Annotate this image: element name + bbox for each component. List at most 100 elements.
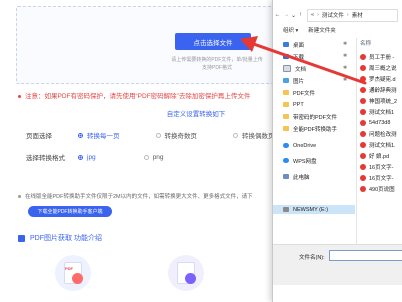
back-arrow-icon[interactable]: ← xyxy=(273,12,282,18)
bullet-icon xyxy=(18,195,21,199)
pdf-file-icon xyxy=(360,97,366,104)
file-item[interactable]: 周三概之说 xyxy=(360,63,397,72)
radio-icon xyxy=(155,132,161,138)
path-separator: › xyxy=(317,12,319,18)
pdf-file-icon xyxy=(360,130,366,137)
tree-item-desktop[interactable]: 桌面 xyxy=(283,40,304,49)
tree-item-this-pc[interactable]: 此电脑 xyxy=(283,172,310,181)
intro-heading: PDF图片获取 功能介绍 xyxy=(18,233,102,243)
pdf-file-icon xyxy=(360,163,366,170)
up-arrow-icon[interactable]: ↑ xyxy=(296,12,305,18)
file-open-dialog: ← → ⌄ ↑ « › 测试文件 › 素材 组织 ▾ 新建文件夹 桌面 ✱ 下载… xyxy=(272,0,402,302)
this-pc-icon xyxy=(283,174,289,179)
bullet-icon xyxy=(18,94,21,98)
filename-bar: 文件名(N): xyxy=(273,244,402,285)
file-item[interactable]: 好 娘.pd xyxy=(360,151,389,160)
file-item[interactable]: 测试文档1. xyxy=(360,140,396,149)
file-item[interactable]: 神国项统_2 xyxy=(360,96,397,105)
file-item[interactable]: 员工手册 - xyxy=(360,52,394,61)
pdf-file-icon xyxy=(360,185,366,192)
radio-even-pages[interactable]: 转换偶数页 xyxy=(233,130,275,140)
wps-cloud-icon xyxy=(283,158,289,163)
tree-item-pdf-assistant[interactable]: 全能PDF转换助手 xyxy=(283,124,337,133)
dialog-titlebar xyxy=(273,0,402,8)
size-limit-notice: 在线版全能PDF转换助手文件仅限于2M以内的文件，如需转换更大文件、更多格式文件… xyxy=(18,192,253,200)
forward-arrow-icon[interactable]: → xyxy=(282,12,291,18)
file-item[interactable]: 测试文档1 xyxy=(360,107,394,116)
download-client-button[interactable]: 下载全能PDF转换助手客户端 xyxy=(28,206,112,217)
tree-item-wps-cloud[interactable]: WPS网盘 xyxy=(283,156,317,165)
address-path[interactable]: « › 测试文件 › 素材 xyxy=(307,8,398,22)
pdf-file-icon xyxy=(360,86,366,93)
tree-item-password-pdf[interactable]: 带密码的PDF文件 xyxy=(283,112,337,121)
tree-item-downloads[interactable]: 下载 xyxy=(283,52,304,61)
select-file-button[interactable]: 点击选择文件 xyxy=(175,33,251,50)
file-item[interactable]: 490页说图 xyxy=(360,184,395,193)
file-item[interactable]: 罗杰疑宪.d xyxy=(360,74,396,83)
filename-label: 文件名(N): xyxy=(299,255,325,261)
file-item[interactable]: 16页文字- xyxy=(360,173,393,182)
tree-item-ppt[interactable]: PPT xyxy=(283,100,304,109)
pictures-icon xyxy=(283,78,289,83)
radio-icon xyxy=(78,154,83,160)
pdf-file-icon xyxy=(360,141,366,148)
radio-icon xyxy=(233,132,238,138)
tree-item-pictures[interactable]: 图片 xyxy=(283,76,304,85)
column-header-name[interactable]: 名称 xyxy=(360,39,371,47)
pin-icon: ✱ xyxy=(343,65,348,71)
download-icon xyxy=(283,54,289,59)
folder-icon xyxy=(283,102,289,107)
file-item[interactable]: 16页文字- xyxy=(360,162,393,171)
pdf-file-icon xyxy=(360,174,366,181)
radio-every-page[interactable]: 转换每一页 xyxy=(78,130,120,140)
navigation-pane: 桌面 ✱ 下载 ✱ 文档 ✱ 图片 ✱ PDF文件 PPT 带密码的PDF文件 … xyxy=(273,38,355,258)
radio-icon xyxy=(78,132,83,138)
desktop-icon xyxy=(283,42,289,47)
file-list-pane: 名称 员工手册 - 周三概之说 罗杰疑宪.d 通龄辞典测 神国项统_2 测试文档… xyxy=(358,38,402,248)
path-materials[interactable]: 素材 xyxy=(352,11,363,19)
new-folder-button[interactable]: 新建文件夹 xyxy=(308,26,336,34)
radio-icon xyxy=(143,154,149,160)
radio-jpg[interactable]: jpg xyxy=(78,154,96,161)
password-notice: 注意：如果PDF有密码保护，请先使用“PDF密码解除”去除加密保护再上传文件 xyxy=(18,90,250,100)
format-selection-label: 选择转换格式 xyxy=(26,155,65,162)
pdf-file-icon xyxy=(360,64,366,71)
intro-icon xyxy=(18,234,25,242)
pdf-file-icon xyxy=(360,75,366,82)
dialog-toolbar: 组织 ▾ 新建文件夹 xyxy=(273,25,402,35)
page-selection-row: 页面选择 转换每一页 转换奇数页 转换偶数页 xyxy=(26,130,311,140)
pdf-file-icon xyxy=(360,53,366,60)
pdf-file-icon xyxy=(360,108,366,115)
pin-icon: ✱ xyxy=(343,77,348,83)
filename-input[interactable] xyxy=(329,250,402,261)
tree-item-pdf-files[interactable]: PDF文件 xyxy=(283,88,315,97)
folder-icon xyxy=(283,90,289,95)
path-overflow[interactable]: « xyxy=(311,12,314,18)
path-test-files[interactable]: 测试文件 xyxy=(322,11,344,19)
pdf-document-icon: PDF xyxy=(55,255,91,291)
file-item[interactable]: 问题检改测 xyxy=(360,129,397,138)
pin-icon: ✱ xyxy=(343,41,348,47)
document-icon xyxy=(283,65,291,72)
tree-item-documents[interactable]: 文档 xyxy=(283,64,306,73)
tree-item-onedrive[interactable]: OneDrive xyxy=(283,141,316,150)
folder-icon xyxy=(283,126,289,131)
onedrive-icon xyxy=(283,143,289,148)
format-selection-row: 选择转换格式 jpg png xyxy=(26,152,200,163)
radio-png[interactable]: png xyxy=(143,154,164,161)
radio-odd-pages[interactable]: 转换奇数页 xyxy=(155,130,197,140)
drive-icon xyxy=(283,207,289,212)
organize-menu[interactable]: 组织 ▾ xyxy=(283,26,298,34)
pane-divider[interactable] xyxy=(356,38,357,258)
file-item[interactable]: 54d73d8 xyxy=(360,118,390,127)
page-selection-label: 页面选择 xyxy=(26,133,52,140)
file-item[interactable]: 通龄辞典测 xyxy=(360,85,397,94)
pdf-file-icon xyxy=(360,152,366,159)
notice-text: 注意：如果PDF有密码保护，请先使用“PDF密码解除”去除加密保护再上传文件 xyxy=(25,93,251,100)
pin-icon: ✱ xyxy=(343,53,348,59)
pdf-file-icon xyxy=(360,119,366,126)
tree-item-newsmy-drive[interactable]: NEWSMY (E:) xyxy=(283,205,328,214)
path-separator: › xyxy=(346,12,349,18)
image-edit-icon xyxy=(168,255,204,291)
folder-icon xyxy=(283,114,289,119)
